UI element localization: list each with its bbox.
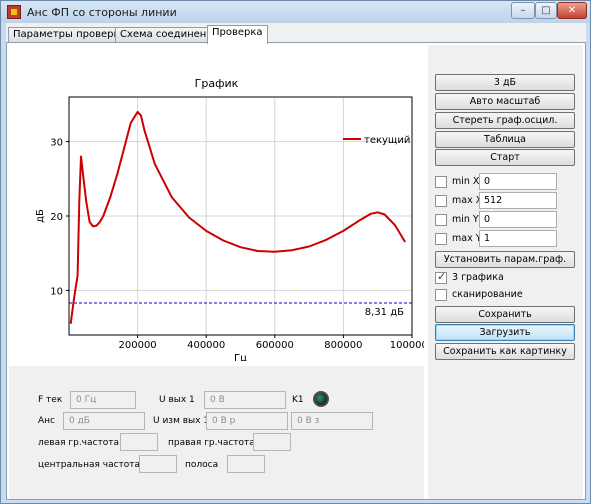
min-y-input[interactable]: 0 — [479, 211, 557, 228]
u-vyh1-label: U вых 1 — [159, 395, 195, 405]
x-tick-label: 200000 — [119, 340, 157, 351]
y-tick-label: 20 — [50, 212, 63, 223]
f-tek-field: 0 Гц — [70, 391, 136, 409]
scanning-label: сканирование — [452, 289, 523, 300]
y-tick-label: 30 — [50, 138, 63, 149]
legend-label: текущий — [364, 135, 410, 146]
three-graphs-label: 3 графика — [452, 272, 504, 283]
window-title: Анс ФП со стороны линии — [27, 6, 177, 19]
tab-check-params[interactable]: Параметры проверки — [8, 27, 132, 43]
3db-button[interactable]: 3 дБ — [435, 74, 575, 91]
max-y-input[interactable]: 1 — [479, 230, 557, 247]
x-tick-label: 1000000 — [390, 340, 424, 351]
main-window: Анс ФП со стороны линии – □ ✕ Параметры … — [0, 0, 591, 504]
y-axis-label: дБ — [35, 209, 46, 223]
load-button[interactable]: Загрузить — [435, 324, 575, 341]
three-graphs-checkbox[interactable] — [435, 270, 447, 284]
frequency-response-chart: 200000 400000 600000 800000 1000000 10 20 30 Гц д… — [35, 96, 424, 361]
start-button[interactable]: Старт — [435, 149, 575, 166]
chart-title: График — [194, 77, 239, 90]
min-y-checkbox[interactable] — [435, 214, 447, 226]
central-freq-field — [139, 455, 177, 473]
close-button[interactable]: ✕ — [557, 2, 587, 19]
u-vyh1-field: 0 В — [204, 391, 286, 409]
left-freq-field — [120, 433, 158, 451]
left-freq-label: левая гр.частота — [38, 438, 119, 448]
set-graph-params-button[interactable]: Установить парам.граф. — [435, 251, 575, 268]
min-x-input[interactable]: 0 — [479, 173, 557, 190]
max-x-label: max X — [452, 195, 483, 206]
app-icon — [7, 5, 21, 19]
maximize-button[interactable]: □ — [535, 2, 557, 19]
u-izm-field-z: 0 В з — [291, 412, 373, 430]
clear-graph-button[interactable]: Стереть граф.осцил. — [435, 112, 575, 129]
chart-panel: 200000 400000 600000 800000 1000000 10 20 30 Гц д… — [9, 45, 424, 361]
f-tek-label: F тек — [38, 395, 63, 405]
max-x-checkbox[interactable] — [435, 195, 447, 207]
u-izm-field-r: 0 В р — [206, 412, 288, 430]
max-y-checkbox[interactable] — [435, 233, 447, 245]
table-button[interactable]: Таблица — [435, 131, 575, 148]
series-line-current — [69, 110, 406, 324]
save-as-image-button[interactable]: Сохранить как картинку — [435, 343, 575, 360]
client-area: Параметры проверки Схема соединения Пров… — [6, 23, 586, 500]
x-tick-label: 400000 — [187, 340, 225, 351]
tab-check[interactable]: Проверка — [207, 25, 268, 44]
min-x-checkbox[interactable] — [435, 176, 447, 188]
scanning-checkbox[interactable] — [435, 289, 447, 301]
threshold-label: 8,31 дБ — [365, 307, 404, 318]
right-freq-label: правая гр.частота — [168, 438, 255, 448]
control-panel: 3 дБ Авто масштаб Стереть граф.осцил. Та… — [428, 45, 583, 499]
k1-indicator-led — [313, 391, 329, 407]
max-x-input[interactable]: 512 — [479, 192, 557, 209]
band-label: полоса — [185, 460, 219, 470]
k1-label: K1 — [292, 395, 304, 405]
measurement-panel: F тек 0 Гц U вых 1 0 В K1 Анс 0 дБ U изм… — [9, 366, 424, 499]
u-izm-label: U изм вых 1 — [153, 416, 210, 426]
x-tick-label: 600000 — [256, 340, 294, 351]
central-freq-label: центральная частота — [38, 460, 141, 470]
min-x-label: min X — [452, 176, 480, 187]
x-axis-label: Гц — [234, 353, 247, 361]
max-y-label: max Y — [452, 233, 482, 244]
band-field — [227, 455, 265, 473]
tab-page-check: 2000004000006000008000001000000102030Гцд… — [6, 42, 586, 500]
autoscale-button[interactable]: Авто масштаб — [435, 93, 575, 110]
minimize-button[interactable]: – — [511, 2, 535, 19]
ans-label: Анс — [38, 416, 55, 426]
x-tick-label: 800000 — [324, 340, 362, 351]
y-tick-label: 10 — [50, 286, 63, 297]
title-bar[interactable]: Анс ФП со стороны линии – □ ✕ — [1, 1, 590, 23]
save-button[interactable]: Сохранить — [435, 306, 575, 323]
right-freq-field — [253, 433, 291, 451]
ans-field: 0 дБ — [63, 412, 145, 430]
min-y-label: min Y — [452, 214, 479, 225]
